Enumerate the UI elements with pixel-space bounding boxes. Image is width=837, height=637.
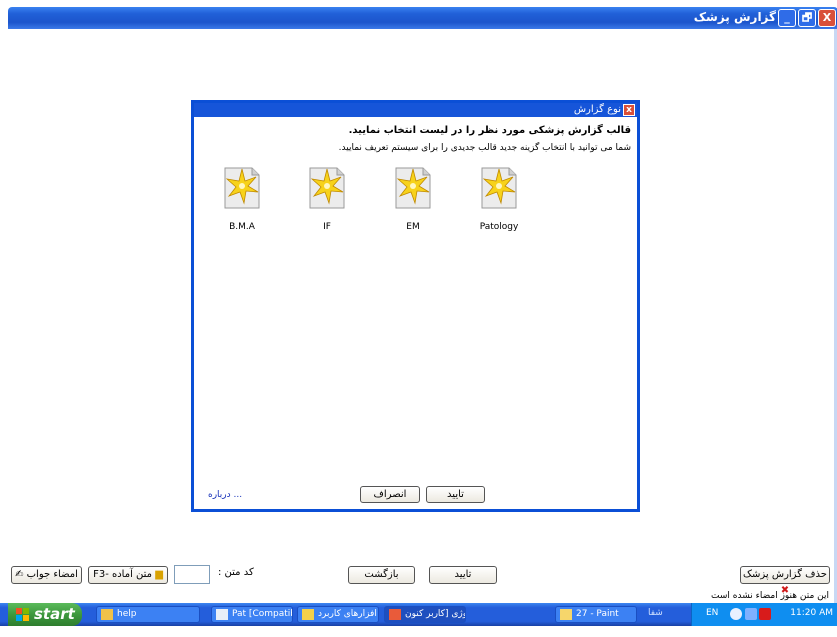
dialog-title: نوع گزارش bbox=[573, 104, 621, 115]
document-icon bbox=[216, 609, 228, 620]
clock: 11:20 AM bbox=[790, 608, 833, 618]
task-label: پاتولوژی [کاربر کنون... bbox=[405, 609, 465, 619]
template-tile-em[interactable]: EM bbox=[378, 165, 448, 232]
dialog-subtext: شما می توانید با انتخاب گزینه جدید قالب … bbox=[338, 143, 631, 153]
windows-flag-icon bbox=[16, 608, 29, 621]
template-tile-if[interactable]: IF bbox=[292, 165, 362, 232]
app-icon bbox=[389, 609, 401, 620]
network-icon[interactable] bbox=[745, 608, 757, 620]
dialog-close-icon[interactable]: x bbox=[623, 104, 635, 116]
ready-text-label: F3- متن آماده bbox=[93, 569, 153, 580]
ok-button[interactable]: تایید bbox=[426, 486, 485, 503]
task-label: Pat [Compatibility ... bbox=[232, 609, 292, 619]
antivirus-icon[interactable] bbox=[759, 608, 771, 620]
template-label: B.M.A bbox=[229, 222, 255, 232]
main-window-titlebar[interactable]: گزارش پزشک _ 🗗 X bbox=[8, 7, 837, 29]
task-pat[interactable]: Pat [Compatibility ... bbox=[211, 606, 293, 623]
task-label: help bbox=[117, 609, 137, 619]
main-window-title: گزارش پزشک bbox=[693, 10, 776, 24]
language-indicator[interactable]: EN bbox=[706, 608, 718, 618]
system-tray: EN 11:20 AM bbox=[691, 603, 837, 626]
taskbar-hint: شفا bbox=[648, 608, 663, 618]
template-star-icon bbox=[393, 165, 433, 211]
report-type-dialog: نوع گزارش x قالب گزارش پزشکی مورد نظر را… bbox=[191, 100, 640, 512]
sign-icon: ✍ bbox=[15, 569, 27, 580]
task-pathology[interactable]: پاتولوژی [کاربر کنون... bbox=[384, 606, 466, 623]
delete-report-button[interactable]: حذف گزارش پزشک ✖ bbox=[740, 566, 830, 596]
sign-status: این متن هنوز امضاء نشده است bbox=[711, 591, 829, 601]
app-icon bbox=[302, 609, 314, 620]
confirm-button[interactable]: تایید bbox=[429, 566, 497, 584]
back-button[interactable]: بازگشت bbox=[348, 566, 415, 584]
minimize-button[interactable]: _ bbox=[778, 9, 796, 27]
dialog-titlebar[interactable]: نوع گزارش x bbox=[194, 103, 637, 117]
template-star-icon bbox=[222, 165, 262, 211]
task-software[interactable]: نرم افزارهای کاربرد... bbox=[297, 606, 379, 623]
folder-icon bbox=[101, 609, 113, 620]
close-button[interactable]: X bbox=[818, 9, 836, 27]
ready-text-button[interactable]: F3- متن آماده ▆ bbox=[88, 566, 168, 584]
dialog-heading: قالب گزارش پزشکی مورد نظر را در لیست انت… bbox=[348, 125, 631, 136]
cancel-button[interactable]: انصراف bbox=[360, 486, 420, 503]
template-star-icon bbox=[307, 165, 347, 211]
task-paint[interactable]: 27 - Paint bbox=[555, 606, 637, 623]
template-tile-bma[interactable]: B.M.A bbox=[207, 165, 277, 232]
template-label: IF bbox=[323, 222, 331, 232]
code-input[interactable] bbox=[174, 565, 210, 584]
bottom-strip bbox=[0, 626, 837, 637]
maximize-button[interactable]: 🗗 bbox=[798, 9, 816, 27]
paint-icon bbox=[560, 609, 572, 620]
task-label: نرم افزارهای کاربرد... bbox=[318, 609, 378, 619]
tray-arrow-icon[interactable] bbox=[730, 608, 742, 620]
task-label: 27 - Paint bbox=[576, 609, 619, 619]
taskbar: start help Pat [Compatibility ... نرم اف… bbox=[0, 603, 837, 626]
template-label: EM bbox=[406, 222, 420, 232]
template-label: Patology bbox=[479, 222, 519, 232]
start-label: start bbox=[34, 605, 75, 623]
code-label: کد متن : bbox=[218, 567, 254, 578]
screen: گزارش پزشک _ 🗗 X نوع گزارش x قالب گزارش … bbox=[0, 0, 837, 637]
task-help[interactable]: help bbox=[96, 606, 200, 623]
about-link[interactable]: درباره ... bbox=[208, 490, 242, 500]
folder-icon: ▆ bbox=[152, 569, 163, 580]
sign-answer-button[interactable]: ✍ امضاء جواب bbox=[11, 566, 82, 584]
start-button[interactable]: start bbox=[8, 603, 82, 626]
template-tile-patology[interactable]: Patology bbox=[464, 165, 534, 232]
template-star-icon bbox=[479, 165, 519, 211]
sign-answer-label: امضاء جواب bbox=[26, 569, 78, 580]
delete-report-label: حذف گزارش پزشک bbox=[743, 569, 827, 580]
